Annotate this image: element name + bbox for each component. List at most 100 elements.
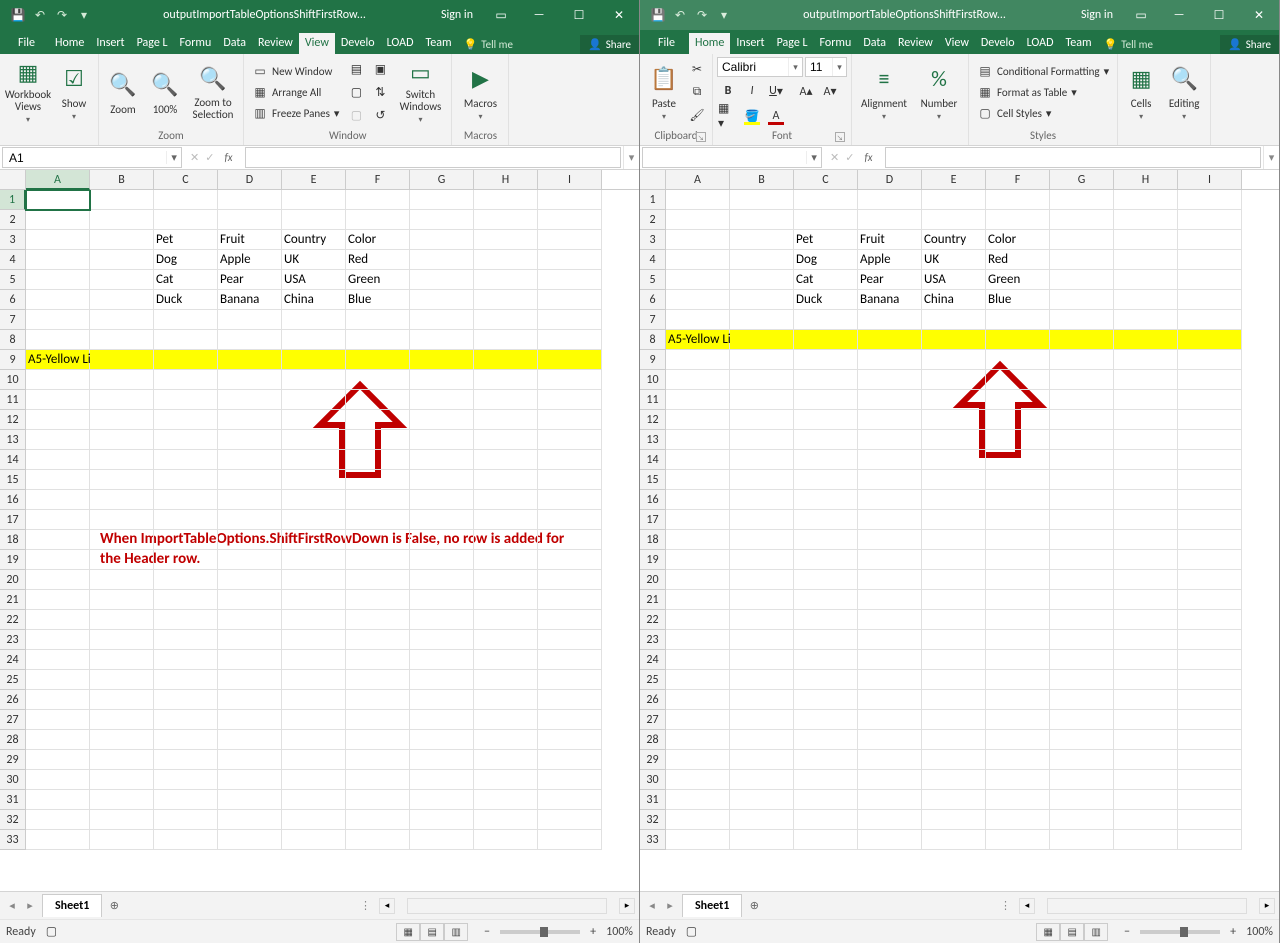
name-box[interactable]: ▾ — [2, 147, 182, 168]
zoom-level[interactable]: 100% — [1246, 925, 1273, 939]
cell-E20[interactable] — [922, 570, 986, 590]
cell-I13[interactable] — [1178, 430, 1242, 450]
cell-I24[interactable] — [538, 650, 602, 670]
cell-E6[interactable]: China — [282, 290, 346, 310]
cell-E5[interactable]: USA — [922, 270, 986, 290]
cell-I12[interactable] — [538, 410, 602, 430]
cell-G6[interactable] — [410, 290, 474, 310]
cell-D24[interactable] — [218, 650, 282, 670]
cell-D33[interactable] — [218, 830, 282, 850]
cell-B19[interactable] — [730, 550, 794, 570]
cell-E23[interactable] — [922, 630, 986, 650]
cell-F15[interactable] — [986, 470, 1050, 490]
cell-A12[interactable] — [26, 410, 90, 430]
cell-C6[interactable]: Duck — [154, 290, 218, 310]
cell-G27[interactable] — [410, 710, 474, 730]
row-header[interactable]: 5 — [640, 270, 666, 290]
col-header[interactable]: A — [666, 170, 730, 189]
cell-E8[interactable] — [282, 330, 346, 350]
cell-D21[interactable] — [218, 590, 282, 610]
cell-G33[interactable] — [1050, 830, 1114, 850]
cell-I20[interactable] — [538, 570, 602, 590]
name-box-dropdown-icon[interactable]: ▾ — [806, 151, 821, 164]
cell-I33[interactable] — [538, 830, 602, 850]
cell-F18[interactable] — [346, 530, 410, 550]
cell-F31[interactable] — [346, 790, 410, 810]
font-color-button[interactable]: A — [765, 105, 787, 127]
cell-C28[interactable] — [154, 730, 218, 750]
share-button[interactable]: 👤Share — [580, 35, 639, 54]
cell-I5[interactable] — [538, 270, 602, 290]
row-header[interactable]: 33 — [640, 830, 666, 850]
cell-C12[interactable] — [794, 410, 858, 430]
col-header[interactable]: E — [922, 170, 986, 189]
cell-H13[interactable] — [474, 430, 538, 450]
cell-C31[interactable] — [794, 790, 858, 810]
cell-F13[interactable] — [346, 430, 410, 450]
cell-G15[interactable] — [410, 470, 474, 490]
cell-A16[interactable] — [666, 490, 730, 510]
cell-B15[interactable] — [90, 470, 154, 490]
cell-D14[interactable] — [218, 450, 282, 470]
cell-E31[interactable] — [282, 790, 346, 810]
cell-C9[interactable] — [794, 350, 858, 370]
cell-C2[interactable] — [154, 210, 218, 230]
cell-E22[interactable] — [922, 610, 986, 630]
row-header[interactable]: 9 — [0, 350, 26, 370]
cell-H3[interactable] — [1114, 230, 1178, 250]
col-header[interactable]: D — [218, 170, 282, 189]
cell-G4[interactable] — [410, 250, 474, 270]
col-header[interactable]: E — [282, 170, 346, 189]
cell-A33[interactable] — [666, 830, 730, 850]
cell-F10[interactable] — [986, 370, 1050, 390]
cell-E24[interactable] — [922, 650, 986, 670]
copy-button[interactable]: ⧉ — [686, 81, 708, 103]
cell-F20[interactable] — [346, 570, 410, 590]
cell-B22[interactable] — [90, 610, 154, 630]
cell-E3[interactable]: Country — [282, 230, 346, 250]
cell-F13[interactable] — [986, 430, 1050, 450]
cell-G3[interactable] — [410, 230, 474, 250]
close-button[interactable]: ✕ — [1239, 0, 1279, 30]
cell-C14[interactable] — [154, 450, 218, 470]
cell-C26[interactable] — [154, 690, 218, 710]
cell-F24[interactable] — [986, 650, 1050, 670]
cell-E11[interactable] — [282, 390, 346, 410]
cell-C24[interactable] — [794, 650, 858, 670]
cell-B3[interactable] — [90, 230, 154, 250]
cell-E12[interactable] — [922, 410, 986, 430]
cell-D25[interactable] — [858, 670, 922, 690]
row-header[interactable]: 14 — [640, 450, 666, 470]
cell-H20[interactable] — [474, 570, 538, 590]
redo-icon[interactable]: ↷ — [54, 7, 70, 23]
cell-H11[interactable] — [474, 390, 538, 410]
cell-F32[interactable] — [346, 810, 410, 830]
cell-I9[interactable] — [538, 350, 602, 370]
row-header[interactable]: 30 — [0, 770, 26, 790]
cell-F8[interactable] — [986, 330, 1050, 350]
tab-home[interactable]: Home — [689, 33, 730, 54]
cell-D23[interactable] — [858, 630, 922, 650]
cell-B19[interactable] — [90, 550, 154, 570]
row-header[interactable]: 31 — [0, 790, 26, 810]
cell-I3[interactable] — [1178, 230, 1242, 250]
maximize-button[interactable]: ☐ — [559, 0, 599, 30]
cell-A24[interactable] — [26, 650, 90, 670]
cell-G24[interactable] — [1050, 650, 1114, 670]
cell-A14[interactable] — [26, 450, 90, 470]
cell-E16[interactable] — [922, 490, 986, 510]
name-box-input[interactable] — [643, 151, 806, 165]
cell-F6[interactable]: Blue — [346, 290, 410, 310]
cell-D2[interactable] — [858, 210, 922, 230]
cell-F28[interactable] — [986, 730, 1050, 750]
row-header[interactable]: 24 — [0, 650, 26, 670]
cell-A19[interactable] — [666, 550, 730, 570]
sheet-nav[interactable]: ◂▸ — [640, 899, 682, 912]
cell-A30[interactable] — [666, 770, 730, 790]
cell-E17[interactable] — [922, 510, 986, 530]
cell-G32[interactable] — [1050, 810, 1114, 830]
cell-B27[interactable] — [90, 710, 154, 730]
cell-I15[interactable] — [538, 470, 602, 490]
cell-F32[interactable] — [986, 810, 1050, 830]
cell-H2[interactable] — [474, 210, 538, 230]
